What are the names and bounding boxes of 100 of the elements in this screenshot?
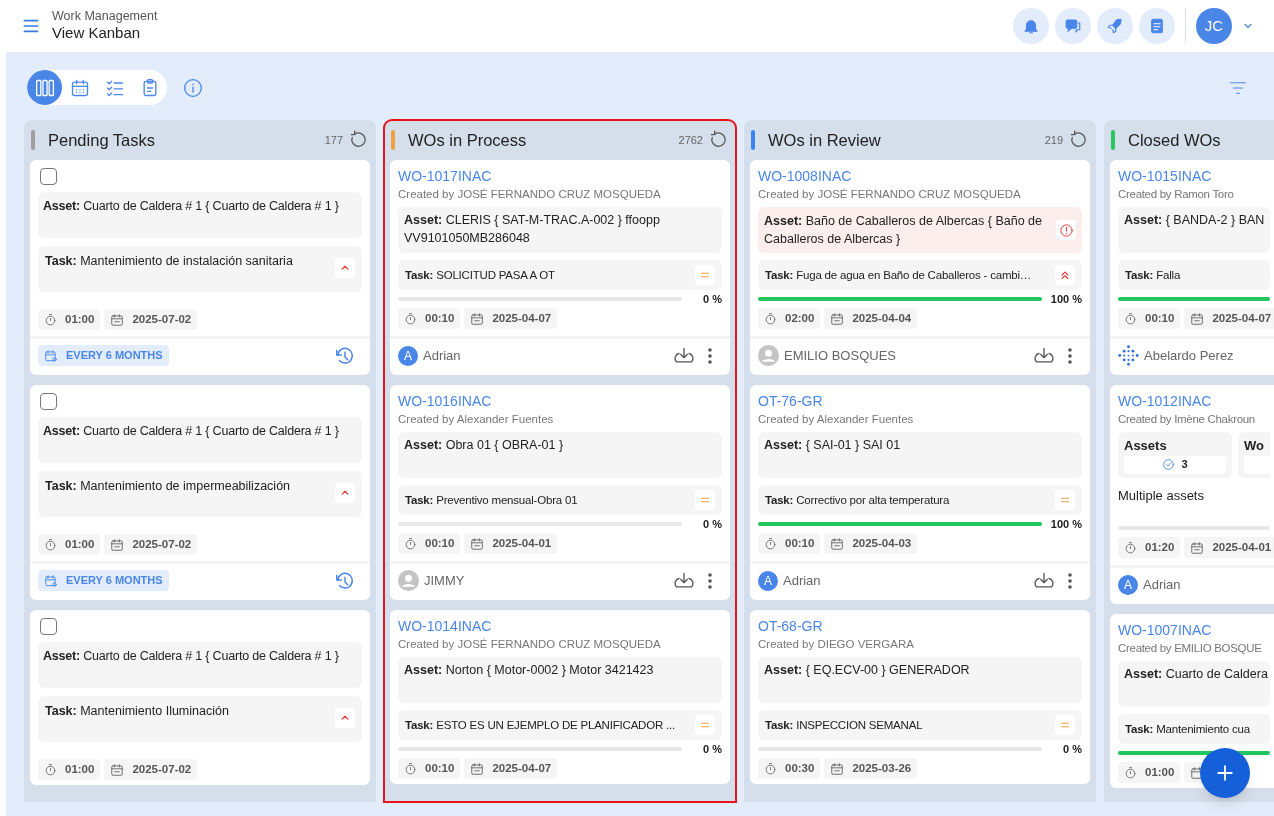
stopwatch-icon (404, 537, 417, 550)
created-by-text: Created by EMILIO BOSQUE (1118, 641, 1263, 656)
asset-text: Asset: Cuarto de Caldera # 1 { Cuarto de Caldera # 1 } (43, 648, 340, 665)
rocket-button[interactable] (1097, 8, 1133, 44)
download-button[interactable] (1034, 345, 1054, 366)
asset-text: Asset: { SAI-01 } SAI 01 (764, 437, 901, 454)
refresh-button[interactable] (708, 130, 728, 150)
plus-icon (1216, 764, 1234, 782)
user-avatar: A (398, 345, 418, 366)
progress-percent: 0 % (702, 291, 722, 307)
progress-percent: 100 % (1049, 291, 1082, 307)
task-text: Task: ESTO ES UN EJEMPLO DE PLANIFICADOR ... (405, 717, 676, 733)
refresh-icon (348, 130, 368, 150)
info-button[interactable] (183, 77, 203, 98)
select-checkbox[interactable] (40, 393, 57, 410)
document-button[interactable] (1139, 8, 1175, 44)
rocket-icon (1106, 17, 1124, 35)
duration-chip: 00:10 (758, 533, 821, 554)
work-order-link[interactable]: WO-1012INAC (1118, 393, 1270, 410)
more-options-button[interactable] (708, 347, 712, 364)
task-text: Task: INSPECCION SEMANAL (765, 717, 923, 733)
created-by-text: Created by Alexander Fuentes (398, 412, 555, 427)
calendar-icon (110, 762, 125, 777)
download-icon (1034, 570, 1054, 591)
duration-chip: 00:30 (758, 758, 821, 779)
due-date-chip: 2025-07-02 (104, 309, 198, 330)
download-button[interactable] (674, 345, 694, 366)
work-order-link[interactable]: WO-1015INAC (1118, 168, 1270, 185)
assignee-name: JIMMY (424, 571, 465, 590)
due-date-chip: 2025-04-07 (464, 758, 558, 779)
stopwatch-icon (764, 312, 777, 325)
select-checkbox[interactable] (40, 168, 57, 185)
calendar-icon (69, 77, 90, 98)
more-options-button[interactable] (1068, 347, 1072, 364)
stopwatch-icon (764, 537, 777, 550)
calendar-icon (1190, 540, 1205, 555)
assignee-name: EMILIO BOSQUES (784, 346, 896, 365)
work-order-link[interactable]: OT-68-GR (758, 618, 1082, 635)
select-checkbox[interactable] (40, 618, 57, 635)
user-avatar: A (758, 570, 778, 591)
recurrence-badge: EVERY 6 MONTHS (38, 345, 169, 366)
created-by-text: Created by Ramon Toro (1118, 187, 1235, 202)
download-button[interactable] (1034, 570, 1054, 591)
page-title: View Kanban (52, 24, 142, 44)
duration-chip: 00:10 (1118, 308, 1181, 329)
download-button[interactable] (674, 570, 694, 591)
asset-text: Asset: CLERIS { SAT-M-TRAC.A-002 } ffoopp VV9101050MB286048 (404, 212, 661, 247)
chat-icon (1064, 17, 1082, 35)
work-order-link[interactable]: WO-1007INAC (1118, 622, 1270, 639)
column-count: 2762 (678, 132, 703, 148)
chat-button[interactable] (1055, 8, 1091, 44)
asset-text: Asset: { BANDA-2 } BAN (1124, 212, 1264, 229)
asset-text: Asset: Cuarto de Caldera # 1 { Cuarto de Caldera # 1 } (43, 423, 340, 440)
due-date-chip: 2025-07-02 (104, 759, 198, 780)
calendar-icon (830, 311, 845, 326)
menu-button[interactable] (22, 18, 40, 34)
refresh-button[interactable] (348, 130, 368, 150)
column-count: 177 (324, 132, 343, 148)
calendar-icon (470, 761, 485, 776)
work-order-link[interactable]: WO-1014INAC (398, 618, 722, 635)
bell-icon (1022, 17, 1040, 35)
calendar-icon (470, 311, 485, 326)
assignee-name: Adrian (423, 346, 461, 365)
stopwatch-icon (1124, 312, 1137, 325)
asset-text: Asset: Obra 01 { OBRA-01 } (404, 437, 564, 454)
bell-button[interactable] (1013, 8, 1049, 44)
more-options-button[interactable] (1068, 572, 1072, 589)
section-title: Work Management (52, 8, 158, 25)
created-by-text: Created by Imène Chakroun (1118, 412, 1256, 427)
download-icon (674, 570, 694, 591)
check-circle-icon (1162, 458, 1176, 471)
info-icon (183, 77, 203, 98)
assignee-name: Abelardo Perez (1144, 346, 1234, 365)
created-by-text: Created by JOSÉ FERNANDO CRUZ MOSQUEDA (758, 187, 1022, 202)
task-text: Task: Correctivo por alta temperatura (765, 492, 950, 508)
refresh-button[interactable] (1068, 130, 1088, 150)
work-order-link[interactable]: OT-76-GR (758, 393, 1082, 410)
user-avatar: A (1118, 574, 1138, 595)
work-order-link[interactable]: WO-1016INAC (398, 393, 722, 410)
created-by-text: Created by DIEGO VERGARA (758, 637, 915, 652)
task-text: Task: Mantenimiento de instalación sanitaria (45, 253, 293, 270)
duration-chip: 02:00 (758, 308, 821, 329)
work-order-link[interactable]: WO-1008INAC (758, 168, 1082, 185)
kanban-view-tab[interactable] (27, 70, 62, 105)
column-title: WOs in Process (408, 129, 527, 151)
work-order-link[interactable]: WO-1017INAC (398, 168, 722, 185)
user-avatar[interactable]: JC (1196, 8, 1232, 44)
asset-text: Asset: Cuarto de Caldera # 1 { Cuarto de Caldera # 1 } (43, 198, 340, 215)
asset-text: Asset: Norton { Motor-0002 } Motor 3421423 (404, 662, 654, 679)
more-icon (1068, 347, 1072, 364)
more-options-button[interactable] (708, 572, 712, 589)
menu-icon (22, 18, 40, 34)
progress-percent: 0 % (702, 516, 722, 532)
due-date-chip: 2025-04-07 (1184, 308, 1274, 329)
stopwatch-icon (44, 763, 57, 776)
stat-label: Wo (1244, 437, 1265, 455)
calendar-icon (1190, 311, 1205, 326)
stopwatch-icon (1124, 766, 1137, 779)
task-text: Task: Mantenimiento Iluminación (45, 703, 229, 720)
duration-chip: 01:00 (38, 534, 101, 555)
